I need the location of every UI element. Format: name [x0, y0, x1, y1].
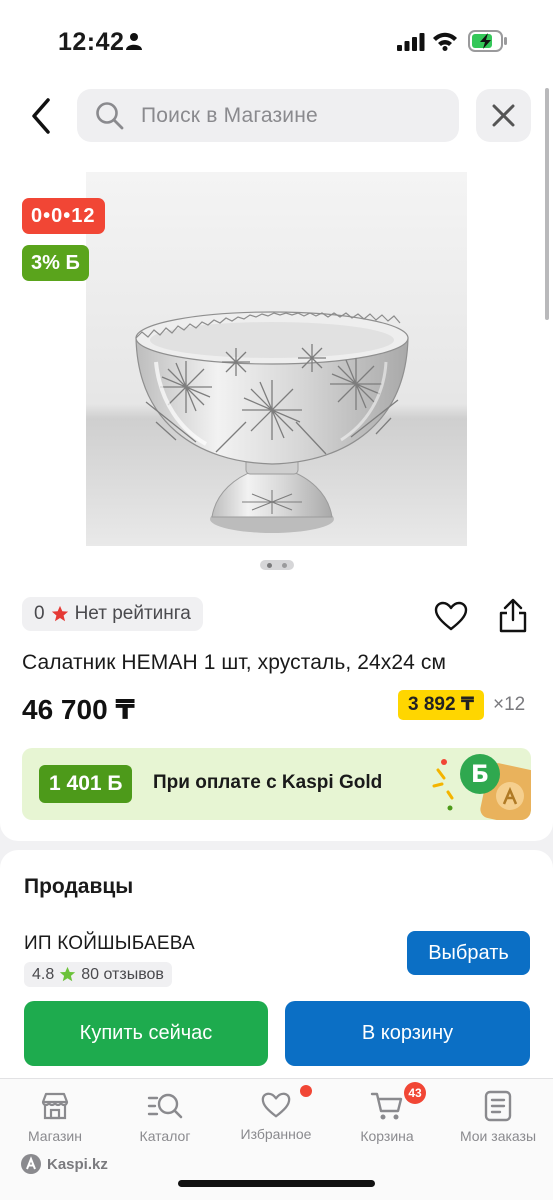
- svg-text:Б: Б: [471, 760, 489, 788]
- kaspi-logo-icon: [21, 1154, 41, 1174]
- tab-label: Корзина: [360, 1128, 414, 1144]
- home-indicator[interactable]: [178, 1180, 375, 1187]
- rating-text: Нет рейтинга: [74, 603, 191, 624]
- cellular-signal-icon: [397, 33, 425, 51]
- product-image[interactable]: [86, 172, 467, 546]
- catalog-search-icon: [147, 1093, 183, 1119]
- tab-favorites[interactable]: Избранное: [221, 1090, 331, 1142]
- back-arrow-icon[interactable]: [24, 96, 60, 136]
- tab-catalog[interactable]: Каталог: [110, 1090, 220, 1144]
- seller-rating: 4.8 80 отзывов: [24, 962, 172, 987]
- rating-pill[interactable]: 0 Нет рейтинга: [22, 597, 203, 631]
- search-input[interactable]: Поиск в Магазине: [77, 89, 459, 142]
- kaspi-gold-card-icon: Б: [432, 754, 531, 820]
- heart-icon: [261, 1092, 291, 1118]
- add-to-cart-button[interactable]: В корзину: [285, 1001, 530, 1066]
- seller-name[interactable]: ИП КОЙШЫБАЕВА: [24, 933, 195, 955]
- pager-dot: [282, 563, 287, 568]
- rating-value: 0: [34, 603, 45, 624]
- tab-cart[interactable]: Корзина: [332, 1090, 442, 1144]
- search-icon: [96, 102, 124, 130]
- tab-my-orders[interactable]: Мои заказы: [443, 1090, 553, 1144]
- gold-banner-text: При оплате с Kaspi Gold: [153, 772, 383, 793]
- close-button[interactable]: [476, 89, 531, 142]
- seller-reviews: 80 отзывов: [81, 965, 164, 983]
- tab-store[interactable]: Магазин: [0, 1090, 110, 1144]
- favorite-heart-icon[interactable]: [434, 601, 468, 631]
- product-title: Салатник НЕМАН 1 шт, хрусталь, 24x24 см: [22, 651, 447, 674]
- cart-icon: [370, 1092, 403, 1120]
- store-icon: [41, 1092, 69, 1120]
- product-price: 46 700 ₸: [22, 694, 135, 725]
- image-pager: [260, 560, 294, 570]
- sellers-title: Продавцы: [24, 875, 134, 898]
- crystal-bowl-image: [86, 172, 467, 546]
- installment-badge: 0•0•12: [22, 198, 105, 234]
- bonus-percent-badge: 3% Б: [22, 245, 89, 281]
- orders-icon: [484, 1090, 512, 1122]
- monthly-payment-badge[interactable]: 3 892 ₸: [398, 690, 485, 720]
- pager-dot-active: [267, 563, 272, 568]
- star-icon: [60, 966, 76, 982]
- status-bar: 12:42: [0, 0, 553, 84]
- person-icon: [126, 33, 142, 50]
- wifi-icon: [433, 32, 457, 51]
- scroll-indicator: [545, 88, 549, 320]
- kaspi-gold-banner[interactable]: 1 401 Б При оплате с Kaspi Gold Б: [22, 748, 531, 820]
- kaspi-logo-text: Kaspi.kz: [47, 1155, 108, 1173]
- favorites-notification-dot: [300, 1085, 312, 1097]
- gold-bonus-amount: 1 401 Б: [39, 765, 133, 803]
- seller-rating-value: 4.8: [32, 965, 55, 983]
- share-icon[interactable]: [497, 598, 529, 634]
- tab-label: Избранное: [240, 1126, 312, 1142]
- star-icon: [51, 605, 68, 622]
- kaspi-logo: Kaspi.kz: [20, 1153, 108, 1175]
- months-multiplier: ×12: [493, 694, 526, 715]
- search-placeholder: Поиск в Магазине: [141, 104, 318, 127]
- tab-label: Мои заказы: [459, 1128, 537, 1144]
- close-icon: [492, 104, 515, 127]
- cart-count-badge: 43: [404, 1082, 426, 1104]
- battery-charging-icon: [468, 30, 507, 52]
- buy-now-button[interactable]: Купить сейчас: [24, 1001, 268, 1066]
- choose-seller-button[interactable]: Выбрать: [407, 931, 530, 975]
- tab-label: Магазин: [27, 1128, 82, 1144]
- tab-label: Каталог: [139, 1128, 191, 1144]
- status-time: 12:42: [58, 28, 125, 56]
